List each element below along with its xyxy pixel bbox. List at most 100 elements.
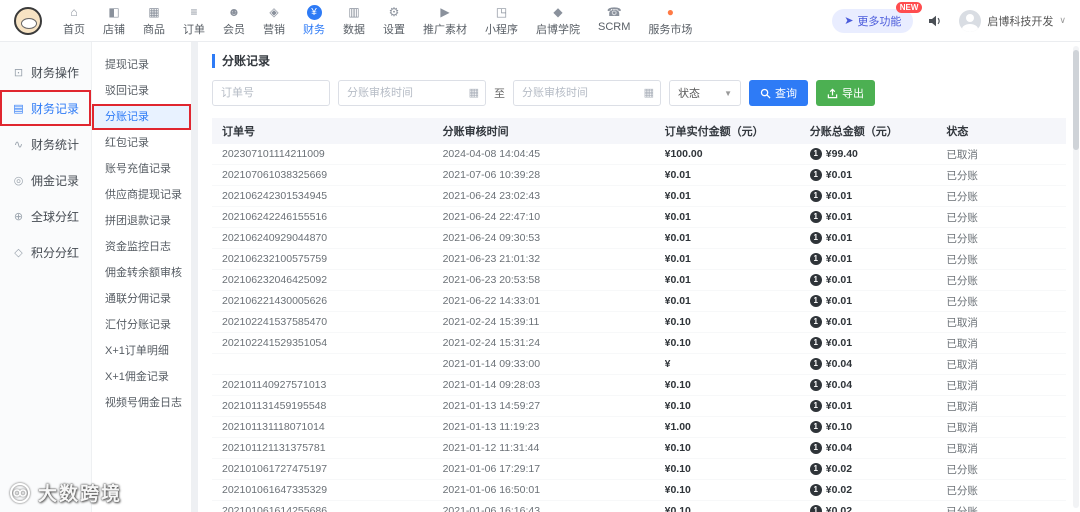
split-count-badge: 1	[809, 379, 822, 391]
table-row[interactable]: 202101131459195548 2021-01-13 14:59:27 ¥…	[212, 396, 1066, 417]
order-no-input[interactable]	[212, 80, 330, 106]
status-cell: 已取消	[946, 358, 978, 371]
paid-amount-cell: ¥0.01	[664, 253, 691, 265]
submenu-item[interactable]: X+1订单明细	[92, 338, 191, 364]
date-range-to-label: 至	[494, 88, 505, 100]
table-row[interactable]: 2021-01-14 09:33:00 ¥ 1 ¥0.04 已取消	[212, 354, 1066, 375]
topnav-item[interactable]: ◆ 启博学院	[527, 2, 589, 40]
submenu-item[interactable]: 红包记录	[92, 130, 191, 156]
table-row[interactable]: 202106232100575759 2021-06-23 21:01:32 ¥…	[212, 249, 1066, 270]
submenu-item[interactable]: 佣金转余额审核	[92, 260, 191, 286]
vertical-scrollbar[interactable]	[1073, 46, 1079, 508]
topnav-item[interactable]: ▥ 数据	[334, 2, 374, 40]
topnav-item[interactable]: ▦ 商品	[134, 2, 174, 40]
table-row[interactable]: 202101061727475197 2021-01-06 17:29:17 ¥…	[212, 459, 1066, 480]
audit-time-cell: 2021-06-22 14:33:01	[442, 295, 541, 307]
table-row[interactable]: 202101061614255686 2021-01-06 16:16:43 ¥…	[212, 501, 1066, 512]
user-name: 启博科技开发	[987, 15, 1054, 28]
submenu-item[interactable]: 拼团退款记录	[92, 208, 191, 234]
nav-icon: ▥	[348, 4, 360, 19]
status-cell: 已分账	[946, 169, 978, 182]
nav-label: 订单	[183, 23, 205, 36]
nav-label: 财务	[303, 23, 325, 36]
topbar-right: ➤ 更多功能 NEW 启博科技开发 ∨	[832, 1, 1066, 33]
user-account-menu[interactable]: 启博科技开发 ∨	[959, 9, 1066, 32]
status-select-label: 状态	[678, 88, 700, 100]
table-row[interactable]: 202101140927571013 2021-01-14 09:28:03 ¥…	[212, 375, 1066, 396]
export-icon	[827, 88, 838, 98]
topnav-item[interactable]: ¥ 财务	[294, 2, 334, 40]
table-row[interactable]: 202106240929044870 2021-06-24 09:30:53 ¥…	[212, 228, 1066, 249]
submenu-item[interactable]: 供应商提现记录	[92, 182, 191, 208]
table-row[interactable]: 202106242301534945 2021-06-24 23:02:43 ¥…	[212, 186, 1066, 207]
table-row[interactable]: 202101131118071014 2021-01-13 11:19:23 ¥…	[212, 417, 1066, 438]
split-amount-cell: 1 ¥0.02	[809, 484, 947, 496]
split-count-badge: 1	[809, 442, 822, 454]
topnav-item[interactable]: ▶ 推广素材	[414, 2, 476, 40]
status-cell: 已取消	[946, 337, 978, 350]
order-no-cell: 202106221430005626	[222, 295, 328, 307]
table-row[interactable]: 202106242246155516 2021-06-24 22:47:10 ¥…	[212, 207, 1066, 228]
topnav-item[interactable]: ⌂ 首页	[54, 2, 94, 40]
scrollbar-thumb[interactable]	[1073, 50, 1079, 150]
topnav-item[interactable]: ◧ 店铺	[94, 2, 134, 40]
submenu-item[interactable]: 通联分佣记录	[92, 286, 191, 312]
audit-date-start-input[interactable]	[338, 80, 486, 106]
table-row[interactable]: 202106221430005626 2021-06-22 14:33:01 ¥…	[212, 291, 1066, 312]
topnav-item[interactable]: ● 服务市场	[639, 2, 701, 40]
status-select[interactable]: 状态 ▼	[669, 80, 741, 106]
export-button[interactable]: 导出	[816, 80, 875, 106]
sidebar-item[interactable]: ◇ 积分分红	[0, 234, 91, 270]
paid-amount-cell: ¥0.01	[664, 169, 691, 181]
order-no-cell: 202101061614255686	[222, 505, 328, 512]
sidebar-item[interactable]: ▤ 财务记录	[0, 90, 91, 126]
sidebar-item-icon: ⊕	[13, 210, 24, 223]
submenu-item[interactable]: 分账记录	[92, 104, 191, 130]
submenu-item[interactable]: 驳回记录	[92, 78, 191, 104]
submenu-item[interactable]: X+1佣金记录	[92, 364, 191, 390]
submenu-item-label: 驳回记录	[105, 85, 149, 97]
topnav-item[interactable]: ≡ 订单	[174, 2, 214, 40]
topnav-item[interactable]: ◳ 小程序	[476, 2, 527, 40]
split-count-badge: 1	[809, 463, 822, 475]
query-button[interactable]: 查询	[749, 80, 808, 106]
sidebar-item[interactable]: ◎ 佣金记录	[0, 162, 91, 198]
table-row[interactable]: 202101121131375781 2021-01-12 11:31:44 ¥…	[212, 438, 1066, 459]
table-row[interactable]: 202107061038325669 2021-07-06 10:39:28 ¥…	[212, 165, 1066, 186]
submenu-item[interactable]: 汇付分账记录	[92, 312, 191, 338]
table-row[interactable]: 202102241537585470 2021-02-24 15:39:11 ¥…	[212, 312, 1066, 333]
audit-date-end-input[interactable]	[513, 80, 661, 106]
split-count-badge: 1	[809, 148, 822, 160]
paid-amount-cell: ¥0.01	[664, 295, 691, 307]
date-end-wrap: ▦	[513, 80, 661, 106]
split-amount-cell: 1 ¥0.04	[809, 379, 947, 391]
split-amount-cell: 1 ¥0.01	[809, 253, 947, 265]
sidebar-item[interactable]: ∿ 财务统计	[0, 126, 91, 162]
table-row[interactable]: 202106232046425092 2021-06-23 20:53:58 ¥…	[212, 270, 1066, 291]
rocket-icon: ➤	[844, 15, 854, 27]
table-row[interactable]: 202101061647335329 2021-01-06 16:50:01 ¥…	[212, 480, 1066, 501]
split-amount-cell: 1 ¥0.01	[809, 232, 947, 244]
submenu-item[interactable]: 提现记录	[92, 52, 191, 78]
table-row[interactable]: 202102241529351054 2021-02-24 15:31:24 ¥…	[212, 333, 1066, 354]
top-navigation-bar: ⌂ 首页 ◧ 店铺 ▦ 商品 ≡ 订单 ☻ 会员 ◈ 营销 ¥ 财务 ▥ 数据 …	[0, 0, 1080, 42]
topnav-item[interactable]: ☻ 会员	[214, 2, 254, 40]
split-count-badge: 1	[809, 505, 822, 512]
submenu-item[interactable]: 资金监控日志	[92, 234, 191, 260]
sidebar-item[interactable]: ⊡ 财务操作	[0, 54, 91, 90]
topnav-item[interactable]: ⚙ 设置	[374, 2, 414, 40]
announcement-speaker-icon[interactable]	[927, 12, 945, 30]
split-amount-value: ¥0.01	[825, 400, 853, 412]
more-features-button[interactable]: ➤ 更多功能 NEW	[832, 1, 923, 33]
sidebar-item[interactable]: ⊕ 全球分红	[0, 198, 91, 234]
topnav-item[interactable]: ☎ SCRM	[589, 2, 639, 36]
submenu-item[interactable]: 账号充值记录	[92, 156, 191, 182]
audit-time-cell: 2021-01-14 09:28:03	[442, 379, 541, 391]
order-no-cell: 202106232100575759	[222, 253, 328, 265]
topnav-item[interactable]: ◈ 营销	[254, 2, 294, 40]
submenu-item[interactable]: 视频号佣金日志	[92, 390, 191, 416]
audit-time-cell: 2021-01-06 16:16:43	[442, 505, 541, 512]
table-row[interactable]: 202307101114211009 2024-04-08 14:04:45 ¥…	[212, 144, 1066, 165]
audit-time-cell: 2021-01-13 11:19:23	[442, 421, 540, 433]
audit-time-cell: 2021-06-23 20:53:58	[442, 274, 541, 286]
